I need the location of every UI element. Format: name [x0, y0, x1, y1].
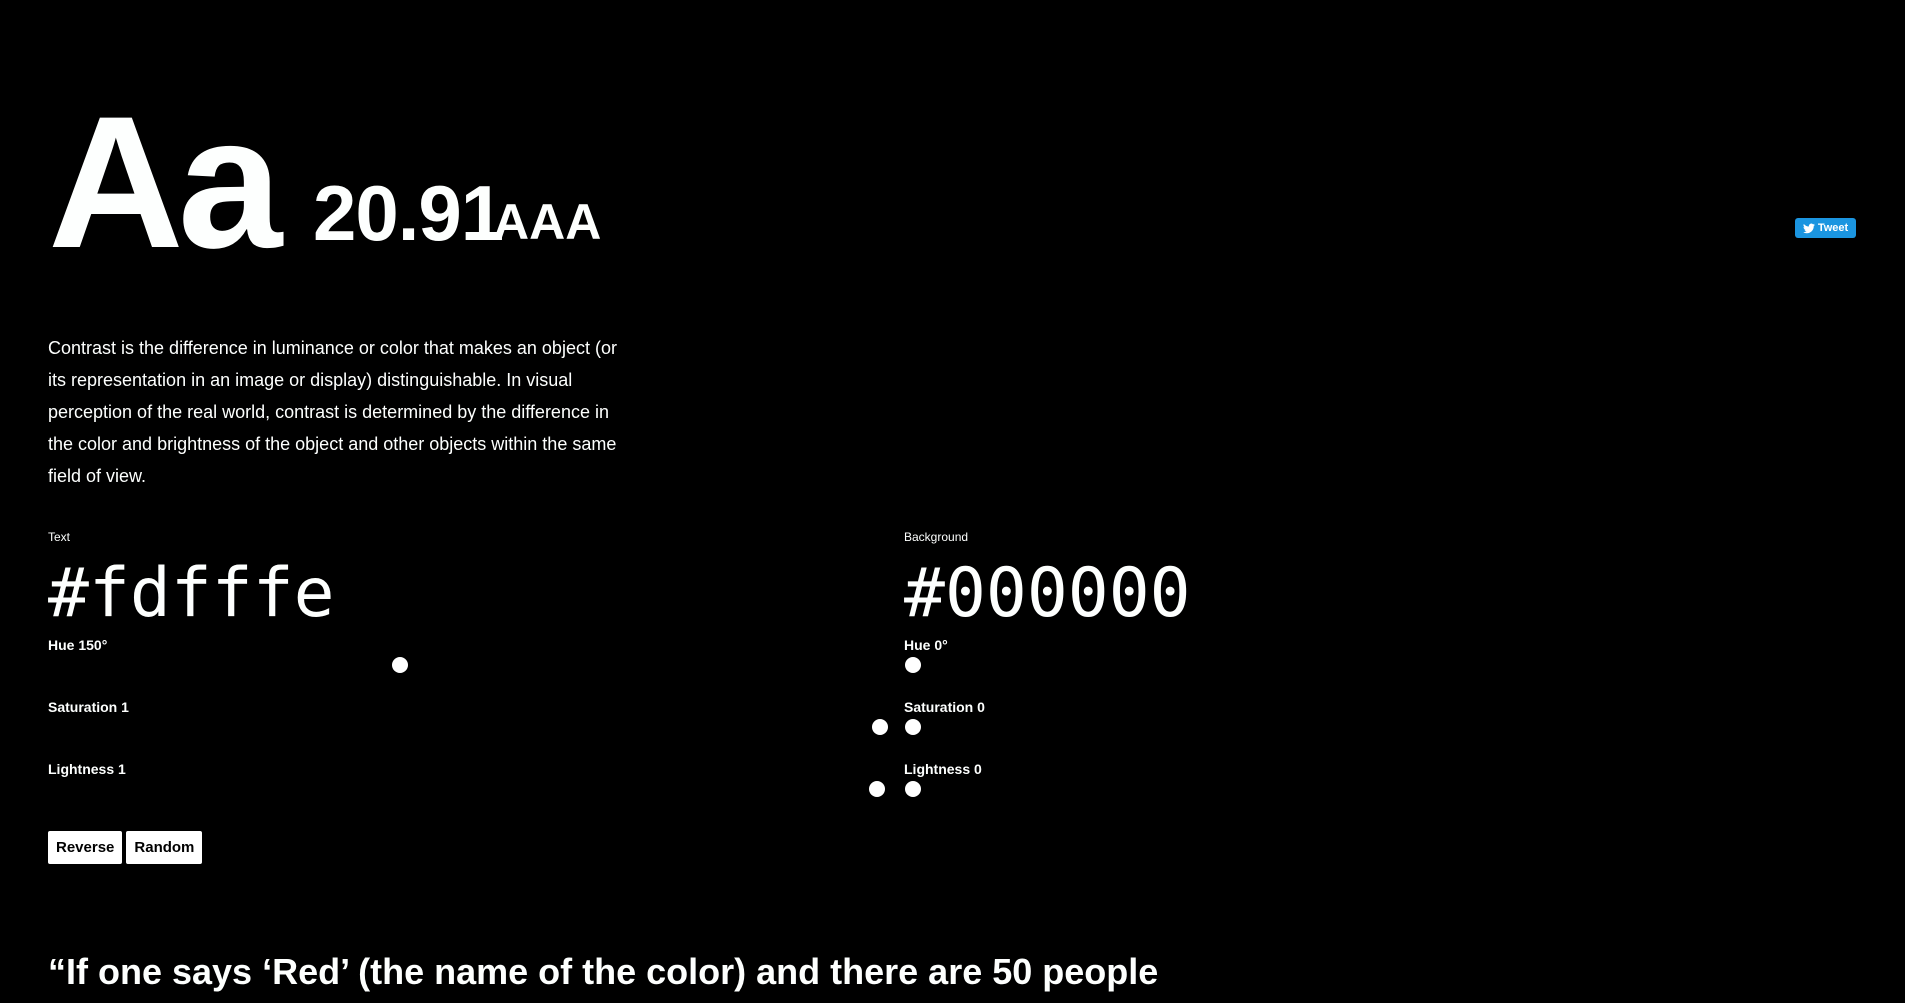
- text-lightness-label: Lightness 1: [48, 761, 126, 777]
- text-saturation-slider-thumb[interactable]: [872, 719, 888, 735]
- text-saturation-label: Saturation 1: [48, 699, 129, 715]
- tweet-label: Tweet: [1817, 222, 1849, 234]
- background-hue-label: Hue 0°: [904, 637, 948, 653]
- sample-text: Aa: [48, 77, 282, 287]
- text-lightness-slider-thumb[interactable]: [869, 781, 885, 797]
- twitter-bird-icon: [1802, 223, 1815, 234]
- background-saturation-slider-thumb[interactable]: [905, 719, 921, 735]
- contrast-ratio: 20.91: [313, 169, 504, 257]
- tweet-button[interactable]: Tweet: [1795, 218, 1856, 238]
- background-saturation-label: Saturation 0: [904, 699, 985, 715]
- text-color-label: Text: [48, 530, 71, 544]
- description: Contrast is the difference in luminance …: [48, 338, 617, 486]
- quote: “If one says ‘Red’ (the name of the colo…: [48, 951, 1159, 992]
- background-lightness-label: Lightness 0: [904, 761, 982, 777]
- reverse-button[interactable]: Reverse: [48, 831, 123, 864]
- text-color-hex[interactable]: #fdfffe: [48, 560, 648, 630]
- text-hue-label: Hue 150°: [48, 637, 108, 653]
- background-color-hex[interactable]: #000000: [904, 560, 1504, 630]
- background-color-label: Background: [904, 530, 969, 544]
- random-button[interactable]: Random: [126, 831, 203, 864]
- background-color-panel: Background #000000 Hue 0° Saturation 0 L…: [904, 528, 1504, 797]
- background-hue-slider-thumb[interactable]: [905, 657, 921, 673]
- text-color-panel: Text #fdfffe Hue 150° Saturation 1 Light…: [48, 528, 888, 797]
- text-hue-slider-thumb[interactable]: [392, 657, 408, 673]
- action-buttons: Reverse Random: [48, 831, 203, 864]
- background-lightness-slider-thumb[interactable]: [905, 781, 921, 797]
- page: Aa 20.91 AAA Tweet Contrast is the diffe…: [0, 0, 1905, 1003]
- wcag-level-badge: AAA: [493, 194, 602, 250]
